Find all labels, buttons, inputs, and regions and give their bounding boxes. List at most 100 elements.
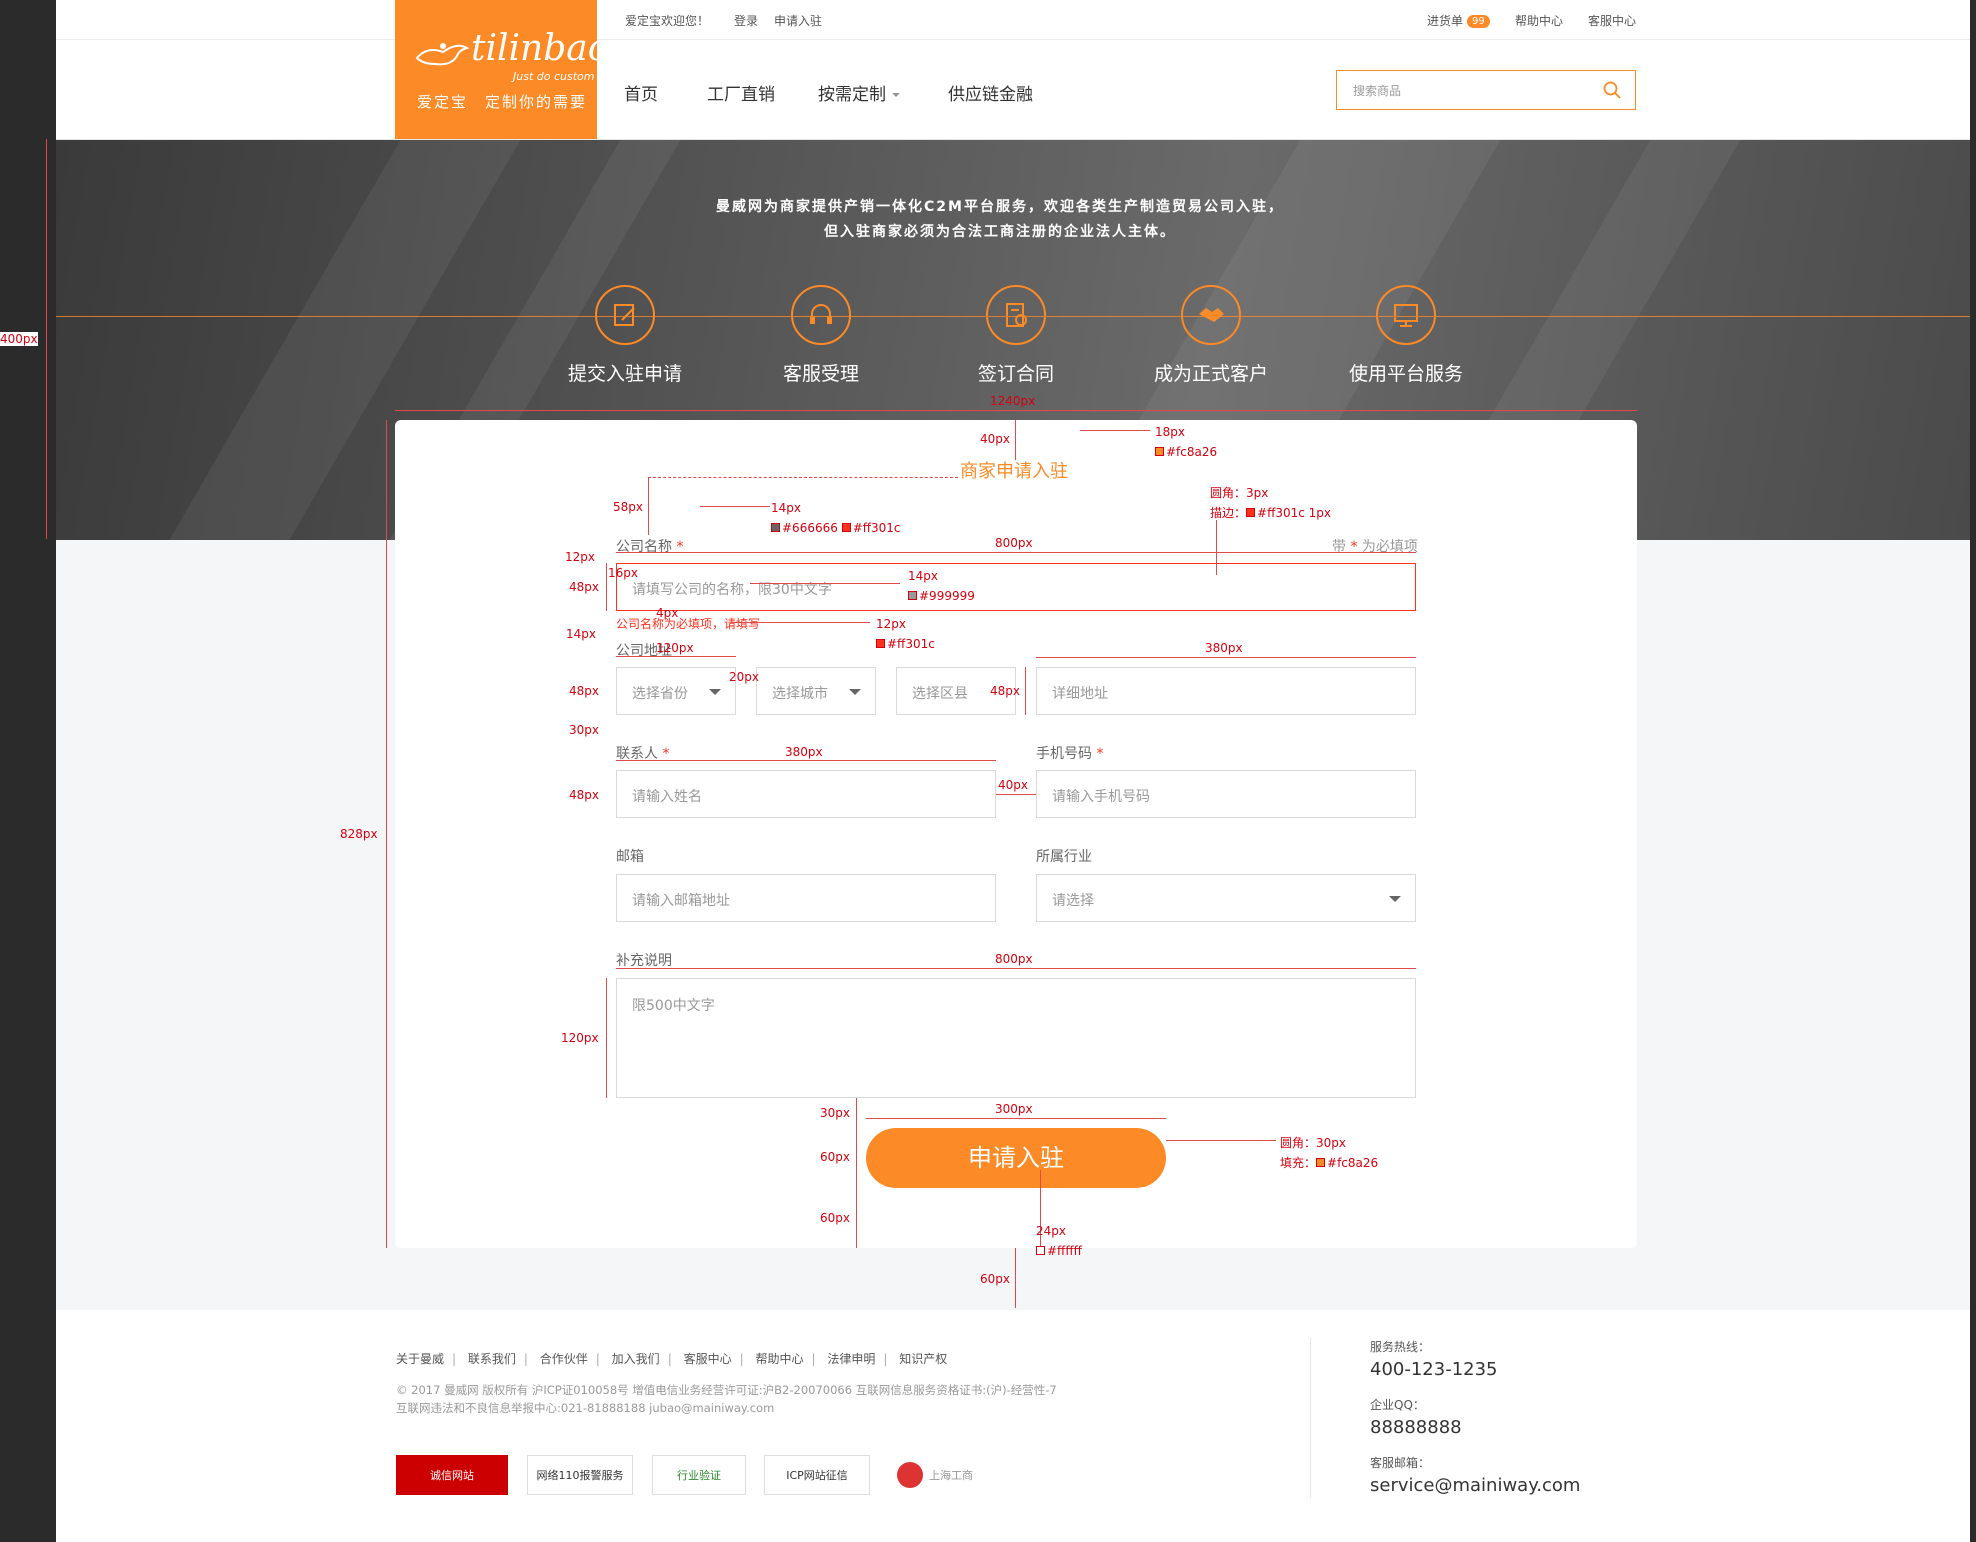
apply-link[interactable]: 申请入驻 [774,12,822,29]
color-swatch [1036,1246,1045,1255]
email-input[interactable]: 请输入邮箱地址 [616,874,996,922]
cert-label: ICP网站征信 [786,1469,848,1482]
dim-label: 828px [340,827,378,841]
dim-label: 30px [820,1106,850,1120]
cert-label: 诚信网站 [430,1469,474,1482]
color-note-value: #666666 [782,521,838,535]
cert-industry-verify[interactable]: 行业验证 [652,1455,746,1495]
city-select[interactable]: 选择城市 [756,667,876,715]
dim-label: 120px [656,641,694,655]
phone-input[interactable]: 请输入手机号码 [1036,770,1416,818]
dim-label: 18px [1155,425,1185,439]
dim-label: 380px [1205,641,1243,655]
leader-line [1040,1170,1041,1250]
footer-link-contact[interactable]: 联系我们 [468,1352,516,1366]
dim-line [616,760,996,761]
footer-link-about[interactable]: 关于曼威 [396,1352,444,1366]
login-link[interactable]: 登录 [734,12,758,29]
email-placeholder: 请输入邮箱地址 [632,893,730,909]
footer-link-join[interactable]: 加入我们 [612,1352,660,1366]
headset-icon [791,285,851,345]
border-note-value: #ff301c 1px [1257,506,1332,520]
nav-home[interactable]: 首页 [624,80,658,105]
help-link[interactable]: 帮助中心 [1515,12,1563,29]
fill-note-label: 填充： [1280,1156,1317,1170]
notes-textarea[interactable]: 限500中文字 [616,978,1416,1098]
cert-icp-credit[interactable]: ICP网站征信 [764,1455,870,1495]
cert-shanghai-aic[interactable]: 上海工商 [888,1455,982,1495]
cart-link[interactable]: 进货单 99 [1427,12,1490,29]
hotline-label: 服务热线： [1370,1340,1431,1354]
step-submit: 提交入驻申请 [535,285,715,386]
dim-label: 48px [569,788,599,802]
caret-down-icon [849,689,861,695]
step-label: 成为正式客户 [1153,363,1268,385]
service-link[interactable]: 客服中心 [1588,12,1636,29]
search-input[interactable]: 搜索商品 [1336,70,1636,110]
step-customer: 成为正式客户 [1121,285,1301,386]
cert-police-110[interactable]: 网络110报警服务 [527,1455,633,1495]
cert-label: 上海工商 [929,1469,973,1482]
dim-label: 40px [980,432,1010,446]
nav-factory[interactable]: 工厂直销 [707,80,775,105]
service-email[interactable]: service@mainiway.com [1370,1475,1580,1496]
footer-links: 关于曼威 | 联系我们 | 合作伙伴 | 加入我们 | 客服中心 | 帮助中心 | 法律申明… [396,1352,948,1366]
dim-label: 60px [820,1150,850,1164]
phone-label-text: 手机号码 [1036,746,1092,762]
color-note-value: #ffffff [1047,1244,1082,1258]
color-note: #ff301c [876,637,935,651]
dim-label: 14px [908,569,938,583]
color-swatch [1246,508,1256,517]
submit-application-button[interactable]: 申请入驻 [866,1128,1166,1188]
dim-label: 60px [820,1211,850,1225]
footer-link-service[interactable]: 客服中心 [684,1352,732,1366]
nav-custom[interactable]: 按需定制 [818,80,900,105]
footer-copyright: © 2017 曼威网 版权所有 沪ICP证010058号 增值电信业务经营许可证… [396,1381,1057,1417]
color-note: #fc8a26 [1155,445,1217,459]
contract-icon [986,285,1046,345]
step-label: 使用平台服务 [1348,363,1463,385]
color-note-value: #ff301c [887,637,935,651]
footer-link-partners[interactable]: 合作伙伴 [540,1352,588,1366]
radius-note: 圆角：30px [1280,1136,1346,1150]
cert-credit-site[interactable]: 诚信网站 [396,1455,508,1495]
dim-label: 300px [995,1102,1033,1116]
detail-address-input[interactable]: 详细地址 [1036,667,1416,715]
province-select[interactable]: 选择省份 [616,667,736,715]
qq-number: 88888888 [1370,1417,1462,1438]
footer-link-help[interactable]: 帮助中心 [755,1352,803,1366]
dim-line [395,410,1637,411]
leader-line [730,622,870,623]
dim-label: 800px [995,536,1033,550]
edit-icon [595,285,655,345]
footer-link-legal[interactable]: 法律申明 [827,1352,875,1366]
color-swatch [1316,1158,1326,1167]
form-title: 商家申请入驻 [960,461,1068,482]
search-icon[interactable] [1603,81,1621,99]
company-name-input[interactable]: 请填写公司的名称，限30中文字 [616,563,1416,611]
step-label: 签订合同 [977,363,1054,385]
brand-slogan: 爱定宝 定制你的需要 [417,93,588,111]
city-placeholder: 选择城市 [772,686,828,702]
nav-finance[interactable]: 供应链金融 [948,80,1033,105]
dim-label: 400px [0,332,38,346]
color-swatch [908,591,917,600]
footer-link-ip[interactable]: 知识产权 [899,1352,947,1366]
color-swatch [876,639,885,648]
radius-note: 圆角：3px [1210,486,1269,500]
contact-input[interactable]: 请输入姓名 [616,770,996,818]
color-note: #666666 #ff301c [771,521,901,535]
company-name-error: 公司名称为必填项，请填写 [616,617,761,631]
dim-line [46,139,47,539]
leader-line [1166,1140,1276,1141]
dim-label: 48px [569,580,599,594]
industry-select[interactable]: 请选择 [1036,874,1416,922]
step-label: 客服受理 [782,363,859,385]
phone-placeholder: 请输入手机号码 [1052,789,1150,805]
logo[interactable]: tilinbao Just do custom 爱定宝 定制你的需要 [395,0,609,139]
dim-line [1036,657,1416,658]
cert-label: 网络110报警服务 [536,1469,624,1482]
detail-address-placeholder: 详细地址 [1052,686,1108,702]
district-placeholder: 选择区县 [912,686,968,702]
email-label: 邮箱 [616,849,644,865]
